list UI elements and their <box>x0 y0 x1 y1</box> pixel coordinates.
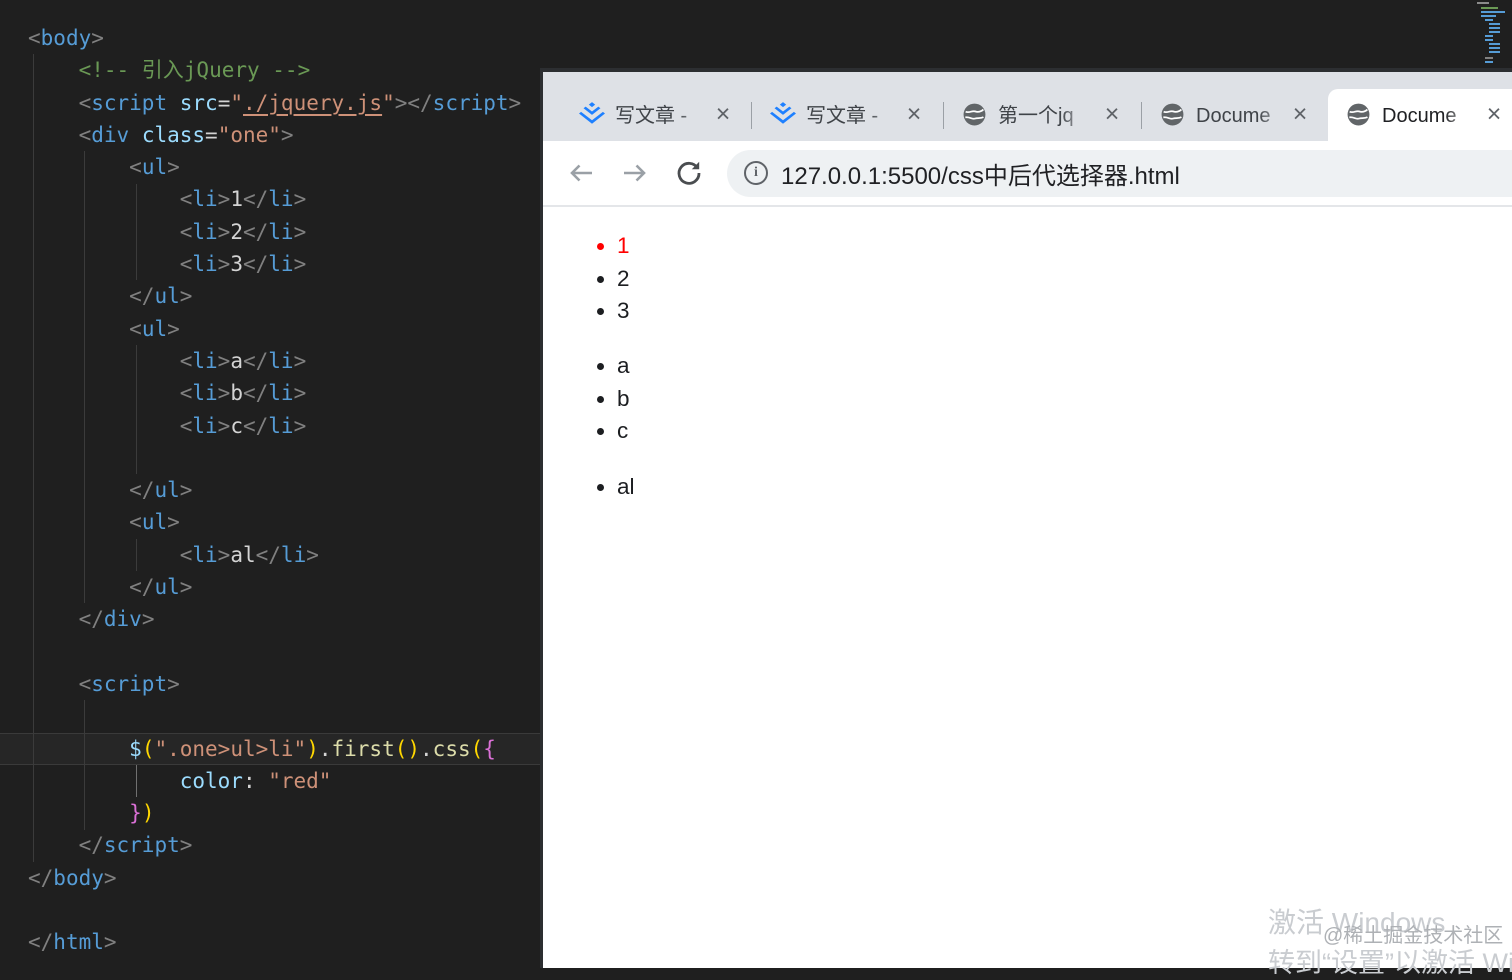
globe-icon <box>1160 102 1186 128</box>
list-item-2: 2 <box>617 263 1512 295</box>
tab-document-2-active[interactable]: Docume × <box>1328 89 1512 141</box>
rendered-page: 1 2 3 a b c al <box>543 207 1512 966</box>
list-item-c: c <box>617 415 1512 447</box>
browser-toolbar: i 127.0.0.1:5500/css中后代选择器.html <box>543 141 1512 207</box>
list-item-b: b <box>617 383 1512 415</box>
tab-close-button[interactable]: × <box>1098 100 1126 128</box>
list-numbers: 1 2 3 <box>543 230 1512 327</box>
tab-label: 写文章 - <box>615 103 711 129</box>
tab-label: 写文章 - <box>806 103 902 129</box>
indent-guide <box>136 539 137 571</box>
list-item-a: a <box>617 350 1512 382</box>
tab-document-1[interactable]: Docume × <box>1142 89 1328 141</box>
tab-close-button[interactable]: × <box>900 100 928 128</box>
address-bar[interactable]: i 127.0.0.1:5500/css中后代选择器.html <box>727 150 1512 197</box>
indent-guide <box>33 54 34 862</box>
indent-guide <box>136 184 137 280</box>
indent-guide <box>84 700 85 830</box>
tab-write-article-2[interactable]: 写文章 - × <box>752 89 942 141</box>
tab-label: Docume <box>1382 103 1478 129</box>
indent-guide <box>136 345 137 474</box>
list-item-1: 1 <box>617 230 1512 262</box>
browser-window: 写文章 - × 写文章 - × <box>540 68 1512 968</box>
site-info-icon[interactable]: i <box>744 161 768 185</box>
refresh-button[interactable] <box>667 151 711 195</box>
tab-close-button[interactable]: × <box>1286 100 1314 128</box>
tab-label: Docume <box>1196 103 1292 129</box>
tab-first-jquery[interactable]: 第一个jq × <box>944 89 1140 141</box>
url-text: 127.0.0.1:5500/css中后代选择器.html <box>781 156 1180 191</box>
list-letters: a b c <box>543 350 1512 447</box>
indent-guide <box>84 151 85 603</box>
tab-write-article-1[interactable]: 写文章 - × <box>561 89 751 141</box>
forward-arrow-icon <box>619 157 651 189</box>
list-al: al <box>543 471 1512 503</box>
tab-label: 第一个jq <box>998 103 1094 129</box>
juejin-logo-icon <box>770 102 796 128</box>
globe-icon <box>962 102 988 128</box>
back-button[interactable] <box>559 151 603 195</box>
tab-close-button[interactable]: × <box>709 100 737 128</box>
minimap[interactable] <box>1473 0 1512 66</box>
juejin-logo-icon <box>579 102 605 128</box>
tab-bar: 写文章 - × 写文章 - × <box>543 72 1512 141</box>
back-arrow-icon <box>565 157 597 189</box>
indent-guide-active <box>136 765 137 797</box>
refresh-icon <box>673 157 705 189</box>
forward-button[interactable] <box>613 151 657 195</box>
list-item-3: 3 <box>617 295 1512 327</box>
globe-icon <box>1346 102 1372 128</box>
tab-close-button[interactable]: × <box>1480 100 1508 128</box>
list-item-al: al <box>617 471 1512 503</box>
